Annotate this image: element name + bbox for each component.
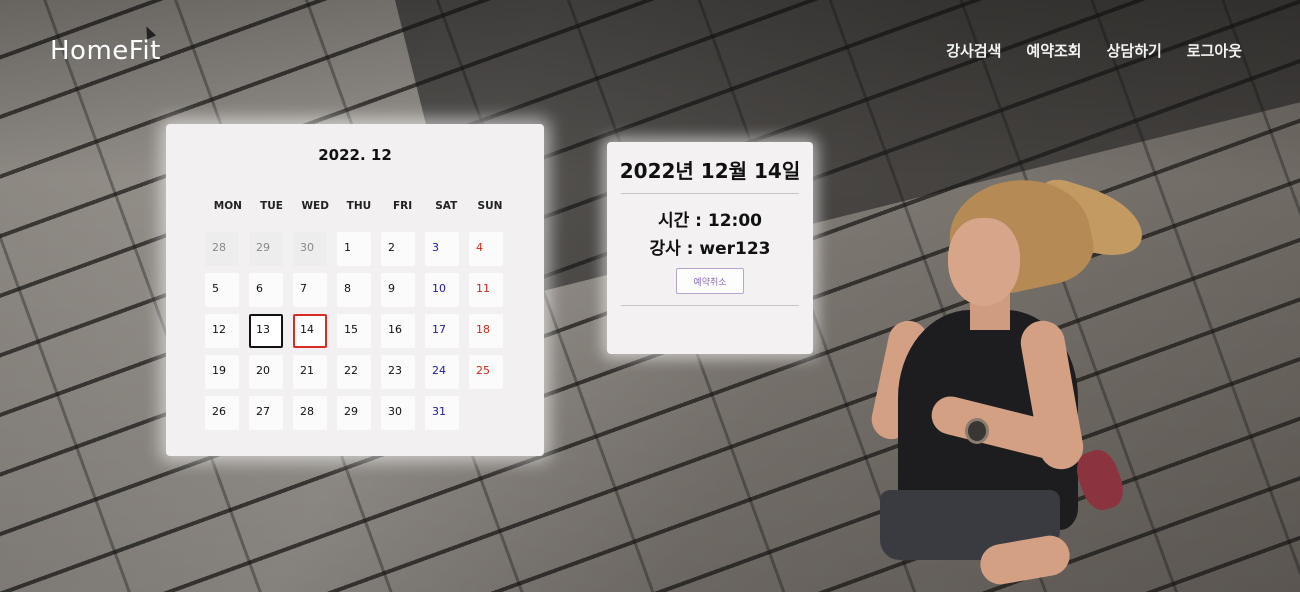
weekday-label: TUE [260,200,283,212]
calendar-day-28[interactable]: 28 [293,396,327,430]
detail-time: 시간 : 12:00 [657,211,763,231]
nav-consultation[interactable]: 상담하기 [1107,40,1162,61]
calendar-day-21[interactable]: 21 [293,355,327,389]
calendar-day-13[interactable]: 13 [249,314,283,348]
calendar-card: 2022. 12 MON TUE WED THU FRI SAT SUN 28 29 30 1 2 3… [166,124,544,456]
site-header: HomeFit 강사검색 예약조회 상담하기 로그아웃 [0,0,1300,100]
detail-trainer: 강사 : wer123 [649,239,771,259]
nav-trainer-search[interactable]: 강사검색 [946,40,1001,61]
nav-reservation-lookup[interactable]: 예약조회 [1026,40,1081,61]
calendar-day-14[interactable]: 14 [293,314,327,348]
calendar-day-6[interactable]: 6 [249,273,283,307]
weekday-label: THU [346,200,372,212]
calendar-day-29[interactable]: 29 [249,232,283,266]
nav-logout[interactable]: 로그아웃 [1187,40,1242,61]
calendar-day-9[interactable]: 9 [381,273,415,307]
calendar-day-30[interactable]: 30 [381,396,415,430]
calendar-day-1[interactable]: 1 [337,232,371,266]
calendar-day-8[interactable]: 8 [337,273,371,307]
watch-icon [965,418,989,444]
reservation-detail-card: 2022년 12월 14일 시간 : 12:00 강사 : wer123 예약취… [607,142,813,354]
calendar-day-26[interactable]: 26 [205,396,239,430]
weekday-label: SUN [477,200,503,212]
calendar-day-24[interactable]: 24 [425,355,459,389]
calendar-day-27[interactable]: 27 [249,396,283,430]
logo[interactable]: HomeFit [50,36,161,66]
weekday-label: SAT [435,200,458,212]
calendar-day-29[interactable]: 29 [337,396,371,430]
calendar-day-31[interactable]: 31 [425,396,459,430]
calendar-day-5[interactable]: 5 [205,273,239,307]
calendar-day-15[interactable]: 15 [337,314,371,348]
calendar-day-3[interactable]: 3 [425,232,459,266]
calendar-day-7[interactable]: 7 [293,273,327,307]
calendar-day-23[interactable]: 23 [381,355,415,389]
calendar-day-25[interactable]: 25 [469,355,503,389]
weekday-header: MON TUE WED THU FRI SAT SUN [206,200,512,212]
calendar-day-30[interactable]: 30 [293,232,327,266]
main-nav: 강사검색 예약조회 상담하기 로그아웃 [946,40,1242,61]
calendar-day-2[interactable]: 2 [381,232,415,266]
weekday-label: WED [301,200,329,212]
calendar-day-20[interactable]: 20 [249,355,283,389]
divider [621,305,799,306]
runner-image [860,166,1160,592]
calendar-day-12[interactable]: 12 [205,314,239,348]
calendar-day-22[interactable]: 22 [337,355,371,389]
calendar-day-19[interactable]: 19 [205,355,239,389]
detail-date: 2022년 12월 14일 [619,159,801,183]
calendar-day-17[interactable]: 17 [425,314,459,348]
weekday-label: MON [213,200,242,212]
calendar-day-28[interactable]: 28 [205,232,239,266]
weekday-label: FRI [393,200,413,212]
calendar-day-4[interactable]: 4 [469,232,503,266]
calendar-day-10[interactable]: 10 [425,273,459,307]
calendar-day-16[interactable]: 16 [381,314,415,348]
calendar-empty-cell [469,396,503,430]
calendar-day-18[interactable]: 18 [469,314,503,348]
calendar-month-title: 2022. 12 [318,146,392,164]
divider [621,193,799,194]
cancel-reservation-button[interactable]: 예약취소 [676,268,744,294]
calendar-day-11[interactable]: 11 [469,273,503,307]
calendar-days-grid: 28 29 30 1 2 3 4 5 6 7 8 9 10 11 12 13 14 15 16 17 18 19 20 21 2… [205,232,515,430]
